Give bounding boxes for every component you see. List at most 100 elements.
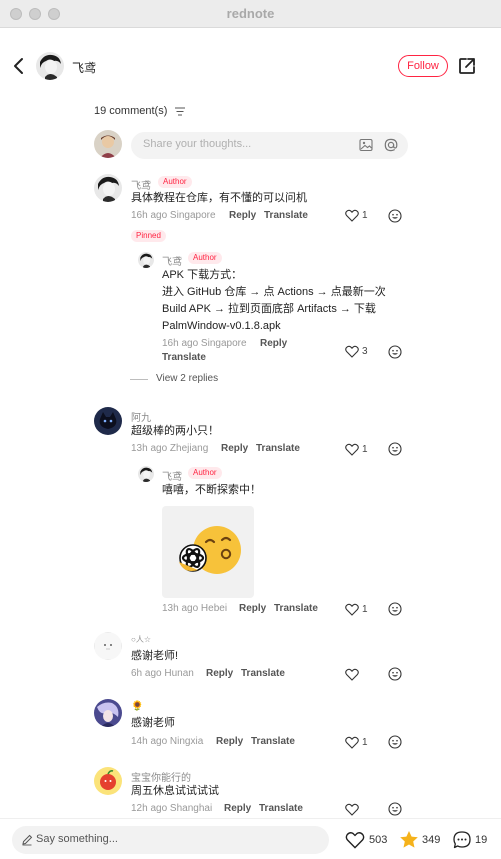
comment-text: 具体教程在仓库，有不懂的可以问机: [131, 192, 307, 204]
emoji-react-icon[interactable]: [388, 442, 402, 456]
like-button[interactable]: [345, 802, 375, 818]
view-replies-button[interactable]: View 2 replies: [130, 373, 250, 387]
window-title: rednote: [226, 6, 275, 21]
commenter-avatar[interactable]: [94, 632, 122, 660]
translate-button[interactable]: Translate: [274, 603, 318, 614]
commenter-name[interactable]: 宝宝你能行的: [131, 769, 191, 784]
like-button[interactable]: [345, 667, 375, 683]
commenter-name[interactable]: 阿九: [131, 409, 151, 424]
say-something-input[interactable]: [36, 833, 296, 845]
bottom-bar: 503 349 19: [0, 818, 501, 859]
emoji-sticker-icon: [179, 526, 241, 574]
reply-text-line: APK 下载方式：: [162, 269, 243, 281]
translate-button[interactable]: Translate: [256, 443, 300, 454]
reply-name[interactable]: 飞鸢: [162, 253, 182, 268]
author-badge: Author: [158, 176, 192, 188]
reply-text-line: Build APK → 拉到页面底部 Artifacts → 下载: [162, 303, 376, 315]
emoji-react-icon[interactable]: [388, 209, 402, 223]
reply-button[interactable]: Reply: [229, 210, 256, 221]
translate-button[interactable]: Translate: [264, 210, 308, 221]
commenter-avatar[interactable]: [94, 767, 122, 795]
heart-icon: [345, 443, 359, 456]
translate-button[interactable]: Translate: [241, 668, 285, 679]
reply-meta: 16h ago Singapore: [162, 338, 247, 349]
post-comment-button[interactable]: 19: [452, 830, 492, 850]
like-button[interactable]: 1: [345, 442, 375, 458]
sticker-image[interactable]: [162, 506, 254, 598]
comment-bubble-icon: [453, 831, 471, 849]
like-count: 1: [362, 210, 368, 221]
emoji-react-icon[interactable]: [388, 802, 402, 816]
commenter-avatar[interactable]: [94, 174, 122, 202]
reply-meta: 13h ago Hebei: [162, 603, 228, 614]
say-something-box[interactable]: [12, 826, 329, 854]
author-avatar[interactable]: [36, 52, 64, 80]
share-icon[interactable]: [457, 56, 477, 76]
reply-avatar[interactable]: [138, 466, 154, 482]
comment-meta: 13h ago Zhejiang: [131, 443, 209, 454]
view-replies-label: View 2 replies: [156, 373, 219, 384]
commenter-name[interactable]: 🌻: [131, 701, 143, 712]
window-titlebar: rednote: [0, 0, 501, 28]
comment-text: 感谢老师!: [131, 650, 179, 662]
like-button[interactable]: 3: [345, 344, 375, 360]
translate-button[interactable]: Translate: [162, 352, 206, 363]
like-count: 3: [362, 346, 368, 357]
like-button[interactable]: 1: [345, 602, 375, 618]
my-avatar: [94, 130, 122, 158]
heart-icon: [345, 345, 359, 358]
like-button[interactable]: 1: [345, 208, 375, 224]
comment-input-box[interactable]: [131, 132, 408, 159]
pinned-badge: Pinned: [131, 230, 166, 242]
follow-button[interactable]: Follow: [398, 55, 448, 77]
heart-icon: [345, 668, 359, 681]
reply-name[interactable]: 飞鸢: [162, 468, 182, 483]
author-badge: Author: [188, 467, 222, 479]
translate-button[interactable]: Translate: [251, 736, 295, 747]
post-like-button[interactable]: 503: [345, 830, 393, 850]
comment-meta: 12h ago Shanghai: [131, 803, 213, 814]
star-icon: [400, 831, 418, 848]
emoji-react-icon[interactable]: [388, 345, 402, 359]
comment-text: 感谢老师: [131, 717, 175, 729]
post-like-count: 503: [369, 834, 388, 846]
reply-button[interactable]: Reply: [260, 338, 287, 349]
reply-button[interactable]: Reply: [239, 603, 266, 614]
comment-input[interactable]: [143, 138, 343, 150]
pencil-icon: [22, 834, 33, 846]
comment-count: 19 comment(s): [94, 105, 168, 117]
author-name[interactable]: 飞鸢: [72, 59, 96, 76]
emoji-react-icon[interactable]: [388, 602, 402, 616]
heart-icon: [345, 603, 359, 616]
mention-icon[interactable]: [383, 137, 399, 153]
reply-avatar[interactable]: [138, 252, 154, 268]
reply-button[interactable]: Reply: [216, 736, 243, 747]
reply-button[interactable]: Reply: [206, 668, 233, 679]
like-button[interactable]: 1: [345, 735, 375, 751]
like-count: 1: [362, 604, 368, 615]
post-collect-count: 349: [422, 834, 441, 846]
emoji-react-icon[interactable]: [388, 735, 402, 749]
comment-meta: 6h ago Hunan: [131, 668, 194, 679]
emoji-react-icon[interactable]: [388, 667, 402, 681]
comment-meta: 16h ago Singapore: [131, 210, 216, 221]
comment-meta: 14h ago Ningxia: [131, 736, 204, 747]
image-icon[interactable]: [359, 138, 373, 152]
commenter-name[interactable]: ○人☆: [131, 634, 151, 645]
like-count: 1: [362, 444, 368, 455]
commenter-avatar[interactable]: [94, 699, 122, 727]
reply-button[interactable]: Reply: [224, 803, 251, 814]
comment-text: 周五休息试试试试: [131, 785, 219, 797]
sort-icon[interactable]: [175, 107, 185, 116]
back-arrow-icon[interactable]: [10, 56, 28, 76]
reply-button[interactable]: Reply: [221, 443, 248, 454]
translate-button[interactable]: Translate: [259, 803, 303, 814]
reply-text: 嘻嘻，不断探索中！: [162, 484, 261, 496]
post-comment-count: 19: [475, 834, 488, 846]
comment-text: 超级棒的两小只！: [131, 425, 219, 437]
commenter-avatar[interactable]: [94, 407, 122, 435]
heart-icon: [345, 803, 359, 816]
author-badge: Author: [188, 252, 222, 264]
post-collect-button[interactable]: 349: [399, 830, 447, 850]
like-count: 1: [362, 737, 368, 748]
